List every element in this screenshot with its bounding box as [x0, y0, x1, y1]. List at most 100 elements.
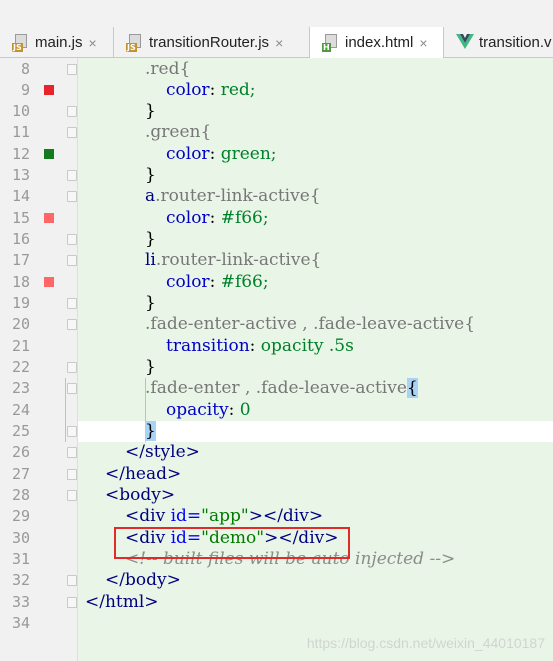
fold-icon[interactable] — [67, 319, 77, 330]
html-tag: </head> — [105, 464, 182, 484]
line-number: 15 — [11, 209, 30, 227]
tab-label: main.js — [35, 34, 83, 51]
tab-label: transition.v — [479, 34, 552, 51]
line-number: 13 — [11, 166, 30, 184]
fold-icon[interactable] — [67, 234, 77, 245]
css-brace: } — [145, 229, 156, 249]
line-number: 27 — [11, 465, 30, 483]
fold-icon[interactable] — [67, 255, 77, 266]
css-property: color — [166, 208, 210, 228]
html-attr-value: "app" — [201, 506, 249, 526]
line-number: 21 — [11, 337, 30, 355]
html-tag: a — [145, 186, 156, 206]
color-swatch-icon — [44, 213, 54, 223]
code-line-25: 25 } — [0, 421, 553, 442]
line-number: 17 — [11, 251, 30, 269]
js-file-icon: JS — [126, 33, 145, 52]
fold-icon[interactable] — [67, 426, 77, 437]
line-number: 12 — [11, 145, 30, 163]
line-number: 31 — [11, 550, 30, 568]
css-selector: .router-link-active{ — [155, 186, 321, 206]
color-swatch-icon — [44, 85, 54, 95]
tab-label: index.html — [345, 34, 414, 51]
tab-index-html[interactable]: H index.html × — [310, 27, 444, 58]
editor-tab-bar: JS main.js × JS transitionRouter.js × H … — [0, 0, 553, 58]
html-tag: li — [145, 250, 156, 270]
code-line-27: 27 </head> — [0, 464, 553, 485]
fold-icon[interactable] — [67, 106, 77, 117]
code-line-13: 13 } — [0, 165, 553, 186]
line-number: 10 — [11, 102, 30, 120]
code-line-18: 18 color: #f66; — [0, 272, 553, 293]
code-line-16: 16 } — [0, 229, 553, 250]
code-line-12: 12 color: green; — [0, 144, 553, 165]
fold-icon[interactable] — [67, 298, 77, 309]
code-line-20: 20 .fade-enter-active , .fade-leave-acti… — [0, 314, 553, 335]
color-swatch-icon — [44, 149, 54, 159]
html-tag: </style> — [125, 442, 200, 462]
close-icon[interactable]: × — [89, 35, 97, 51]
html-file-icon: H — [322, 33, 341, 52]
code-line-33: 33 </html> — [0, 592, 553, 613]
line-number: 9 — [20, 81, 30, 99]
css-value: .5s — [328, 336, 354, 356]
close-icon[interactable]: × — [275, 35, 283, 51]
line-number: 25 — [11, 422, 30, 440]
tab-main-js[interactable]: JS main.js × — [0, 27, 114, 58]
code-line-19: 19 } — [0, 293, 553, 314]
css-brace: } — [145, 293, 156, 313]
line-number: 34 — [11, 614, 30, 632]
code-line-11: 11 .green{ — [0, 122, 553, 143]
code-line-23: 23 .fade-enter , .fade-leave-active{ — [0, 378, 553, 399]
annotation-highlight-box — [114, 527, 350, 559]
fold-icon[interactable] — [67, 127, 77, 138]
css-value: 0 — [239, 400, 251, 420]
color-swatch-icon — [44, 277, 54, 287]
css-property: color — [166, 144, 210, 164]
css-value: #f66; — [220, 272, 269, 292]
css-property: color — [166, 272, 210, 292]
fold-icon[interactable] — [67, 469, 77, 480]
fold-icon[interactable] — [67, 383, 77, 394]
line-number: 16 — [11, 230, 30, 248]
line-number: 8 — [20, 60, 30, 78]
code-line-32: 32 </body> — [0, 570, 553, 591]
tab-transition-router-js[interactable]: JS transitionRouter.js × — [114, 27, 310, 58]
fold-icon[interactable] — [67, 170, 77, 181]
line-number: 11 — [11, 123, 30, 141]
tab-transition-vue[interactable]: transition.v — [444, 27, 553, 58]
line-number: 22 — [11, 358, 30, 376]
css-value: green; — [220, 144, 277, 164]
code-line-26: 26 </style> — [0, 442, 553, 463]
line-number: 19 — [11, 294, 30, 312]
fold-icon[interactable] — [67, 362, 77, 373]
code-line-34: 34 — [0, 613, 553, 634]
fold-icon[interactable] — [67, 597, 77, 608]
code-line-17: 17 li.router-link-active{ — [0, 250, 553, 271]
line-number: 28 — [11, 486, 30, 504]
line-number: 32 — [11, 571, 30, 589]
css-brace: } — [145, 165, 156, 185]
html-attr: id= — [170, 506, 202, 526]
css-brace: } — [145, 101, 156, 121]
css-value: opacity — [260, 336, 324, 356]
html-tag: </body> — [105, 570, 181, 590]
line-number: 20 — [11, 315, 30, 333]
fold-icon[interactable] — [67, 490, 77, 501]
css-property: transition — [166, 336, 250, 356]
code-line-28: 28 <body> — [0, 485, 553, 506]
line-number: 14 — [11, 187, 30, 205]
fold-icon[interactable] — [67, 191, 77, 202]
matched-brace: } — [145, 421, 156, 441]
fold-icon[interactable] — [67, 64, 77, 75]
css-value: #f66; — [220, 208, 269, 228]
code-line-29: 29 <div id="app"></div> — [0, 506, 553, 527]
close-icon[interactable]: × — [419, 35, 427, 51]
line-number: 29 — [11, 507, 30, 525]
fold-icon[interactable] — [67, 575, 77, 586]
line-number: 33 — [11, 593, 30, 611]
css-selector: .green{ — [145, 122, 212, 142]
code-line-22: 22 } — [0, 357, 553, 378]
fold-icon[interactable] — [67, 447, 77, 458]
code-line-10: 10 } — [0, 101, 553, 122]
